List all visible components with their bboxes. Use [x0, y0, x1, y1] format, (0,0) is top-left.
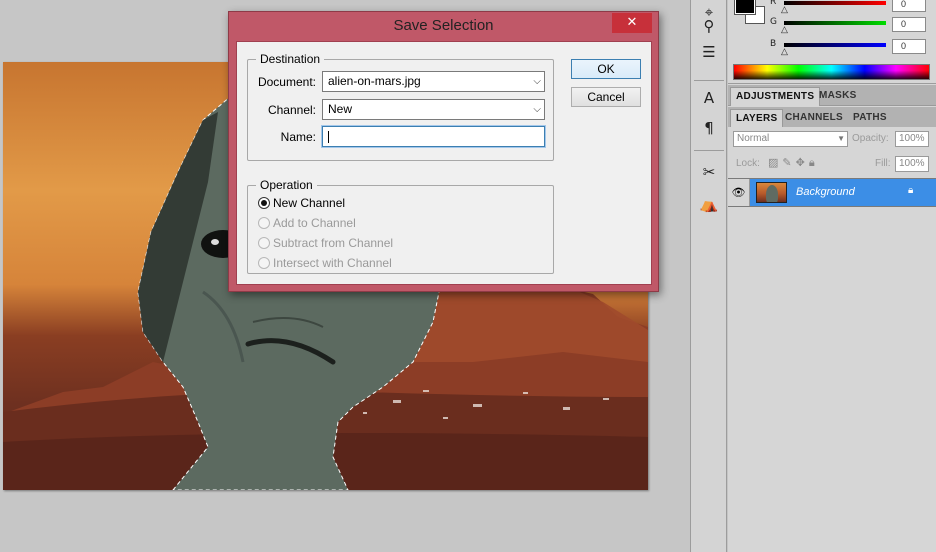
radio-label: New Channel: [273, 196, 346, 210]
radio-intersect-with-channel[interactable]: Intersect with Channel: [258, 255, 392, 271]
blue-value-input[interactable]: 0: [892, 39, 926, 54]
clone-stamp-icon[interactable]: ⚲: [697, 14, 721, 38]
color-panel: R △ 0 G △ 0 B △ 0: [728, 0, 936, 84]
radio-dot-icon: [258, 257, 270, 269]
layers-tabbar: LAYERS CHANNELS PATHS: [728, 107, 936, 128]
blue-slider-row: B △ 0: [770, 39, 930, 56]
name-label: Name:: [280, 130, 316, 144]
channel-select[interactable]: New ⌵: [322, 99, 545, 120]
green-slider-row: G △ 0: [770, 17, 930, 34]
document-label: Document:: [257, 75, 316, 89]
operation-group: Operation New Channel Add to Channel Sub…: [247, 178, 554, 274]
crop-tool-icon[interactable]: ✂: [697, 160, 721, 184]
close-button[interactable]: ✕: [612, 13, 652, 33]
panel-tool-strip: ⌖ ⚲ ☰ A ¶ ✂ ⛺: [690, 0, 727, 552]
red-slider[interactable]: [784, 1, 886, 5]
red-slider-row: R △ 0: [770, 0, 930, 14]
chevron-down-icon: ⌵: [533, 104, 541, 115]
blend-mode-select[interactable]: Normal ▼: [733, 131, 848, 147]
dialog-body: Destination Document: alien-on-mars.jpg …: [236, 41, 652, 285]
adjustments-tabbar: ADJUSTMENTS MASKS: [728, 85, 936, 106]
radio-subtract-from-channel[interactable]: Subtract from Channel: [258, 235, 393, 251]
fill-input[interactable]: 100%: [895, 156, 929, 172]
layers-panel: Normal ▼ Opacity: 100% Lock: ▨ ✎ ✥ 🔒︎ Fi…: [728, 127, 936, 552]
tab-channels[interactable]: CHANNELS: [780, 109, 848, 128]
radio-label: Intersect with Channel: [273, 256, 392, 270]
history-brush-icon[interactable]: ☰: [697, 40, 721, 64]
alien-eye-highlight: [211, 239, 219, 245]
green-label: G: [770, 17, 777, 27]
navigator-icon[interactable]: ⛺: [697, 192, 721, 216]
strip-divider: [694, 150, 724, 151]
name-input[interactable]: [322, 126, 545, 147]
strip-divider: [694, 80, 724, 81]
radio-label: Subtract from Channel: [273, 236, 394, 250]
opacity-input[interactable]: 100%: [895, 131, 929, 147]
lock-transparent-icon[interactable]: ▨: [768, 156, 778, 170]
destination-legend: Destination: [260, 52, 321, 66]
green-slider[interactable]: [784, 21, 886, 25]
lock-image-icon[interactable]: ✎: [782, 156, 791, 170]
radio-dot-icon: [258, 197, 270, 209]
red-slider-thumb[interactable]: △: [781, 5, 788, 14]
cancel-button[interactable]: Cancel: [571, 87, 641, 107]
tab-masks[interactable]: MASKS: [814, 87, 862, 106]
green-slider-thumb[interactable]: △: [781, 25, 788, 34]
dialog-title: Save Selection: [393, 17, 494, 34]
lock-all-icon[interactable]: 🔒︎: [809, 156, 815, 170]
lock-icon: 🔒︎: [908, 185, 914, 196]
paragraph-icon[interactable]: ¶: [697, 116, 721, 140]
radio-label: Add to Channel: [273, 216, 356, 230]
tab-layers[interactable]: LAYERS: [730, 109, 784, 128]
chevron-down-icon: ⌵: [533, 76, 541, 87]
blend-mode-value: Normal: [737, 133, 770, 144]
fill-label: Fill:: [875, 158, 891, 169]
radio-dot-icon: [258, 217, 270, 229]
green-value-input[interactable]: 0: [892, 17, 926, 32]
ok-button[interactable]: OK: [571, 59, 641, 79]
radio-dot-icon: [258, 237, 270, 249]
document-value: alien-on-mars.jpg: [328, 74, 421, 88]
document-select[interactable]: alien-on-mars.jpg ⌵: [322, 71, 545, 92]
lock-options: ▨ ✎ ✥ 🔒︎: [768, 156, 815, 170]
operation-legend: Operation: [260, 178, 313, 192]
chevron-down-icon: ▼: [837, 134, 845, 143]
lock-label: Lock:: [736, 158, 760, 169]
channel-label: Channel:: [267, 103, 316, 117]
radio-new-channel[interactable]: New Channel: [258, 195, 345, 211]
tab-paths[interactable]: PATHS: [848, 109, 892, 128]
red-value-input[interactable]: 0: [892, 0, 926, 12]
save-selection-dialog: Save Selection ✕ Destination Document: a…: [228, 11, 659, 292]
layer-row-background[interactable]: 👁︎ Background 🔒︎: [728, 178, 936, 207]
blue-label: B: [770, 39, 777, 49]
tab-adjustments[interactable]: ADJUSTMENTS: [730, 87, 821, 106]
opacity-label: Opacity:: [852, 133, 889, 144]
text-cursor: [328, 131, 329, 143]
destination-group: Destination Document: alien-on-mars.jpg …: [247, 52, 554, 161]
lock-position-icon[interactable]: ✥: [796, 156, 805, 170]
foreground-color-swatch[interactable]: [734, 0, 756, 15]
color-spectrum-ramp[interactable]: [733, 64, 930, 80]
text-tool-icon[interactable]: A: [697, 86, 721, 110]
panels-dock: R △ 0 G △ 0 B △ 0 ADJUSTMENTS MASKS LAYE…: [728, 0, 936, 552]
channel-value: New: [328, 102, 353, 116]
radio-add-to-channel[interactable]: Add to Channel: [258, 215, 356, 231]
blue-slider[interactable]: [784, 43, 886, 47]
red-label: R: [770, 0, 777, 7]
eye-icon[interactable]: 👁︎: [728, 179, 750, 206]
layer-thumbnail: [756, 182, 787, 203]
layer-name: Background: [796, 186, 855, 198]
blue-slider-thumb[interactable]: △: [781, 47, 788, 56]
